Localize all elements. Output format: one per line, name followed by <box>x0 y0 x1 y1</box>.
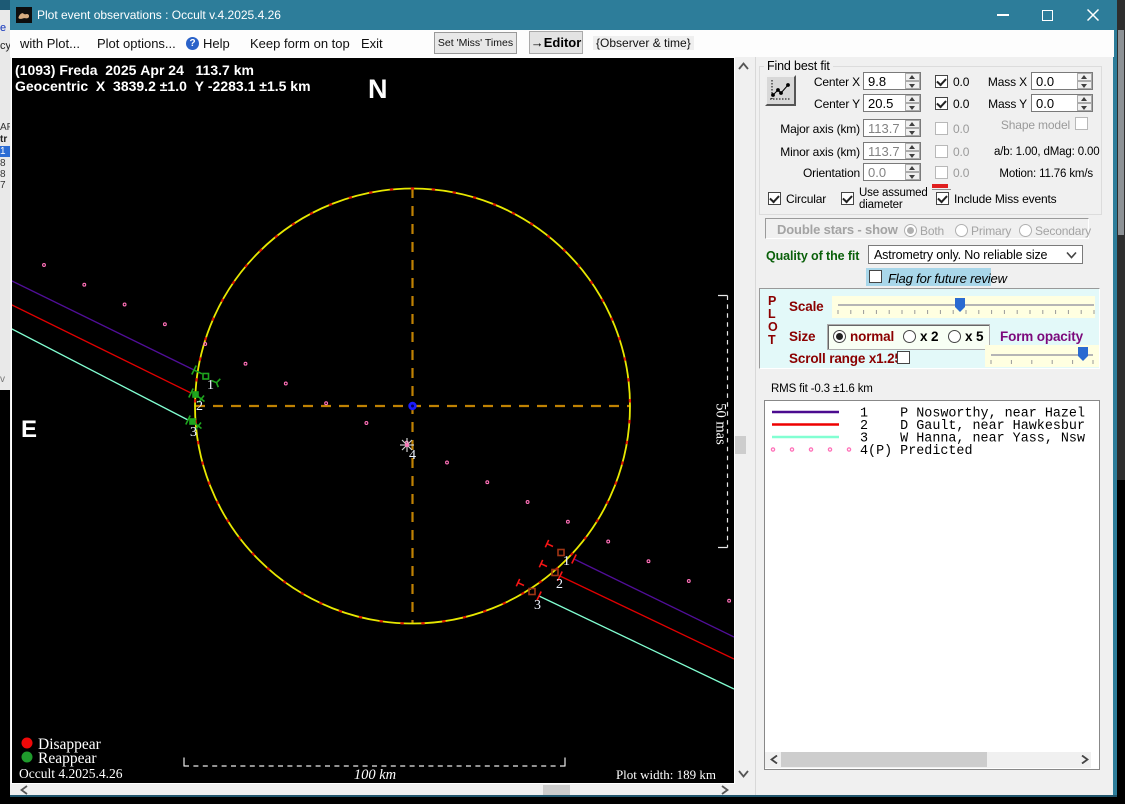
svg-text:Reappear: Reappear <box>38 750 97 767</box>
svg-text:3: 3 <box>534 598 541 613</box>
svg-text:Geocentric X 3839.2 ±1.0 Y: Geocentric X 3839.2 ±1.0 Y -2283.1 ±1.5 … <box>15 78 311 94</box>
svg-text:Occult 4.2025.4.26: Occult 4.2025.4.26 <box>19 766 123 781</box>
svg-text:N: N <box>368 74 388 104</box>
svg-text:1: 1 <box>563 554 570 569</box>
svg-text:2: 2 <box>196 399 203 414</box>
svg-text:4(P) Predicted: 4(P) Predicted <box>860 444 973 459</box>
svg-text:4: 4 <box>409 448 416 463</box>
svg-text:3: 3 <box>190 425 197 440</box>
svg-text:50 mas: 50 mas <box>713 403 729 445</box>
svg-text:2: 2 <box>556 577 563 592</box>
svg-text:100 km: 100 km <box>354 767 396 783</box>
svg-text:E: E <box>21 416 37 443</box>
svg-text:Plot width: 189 km: Plot width: 189 km <box>616 767 716 782</box>
svg-text:(1093) Freda 2025 Apr 24 11: (1093) Freda 2025 Apr 24 113.7 km <box>15 62 254 78</box>
svg-text:1: 1 <box>207 378 214 393</box>
